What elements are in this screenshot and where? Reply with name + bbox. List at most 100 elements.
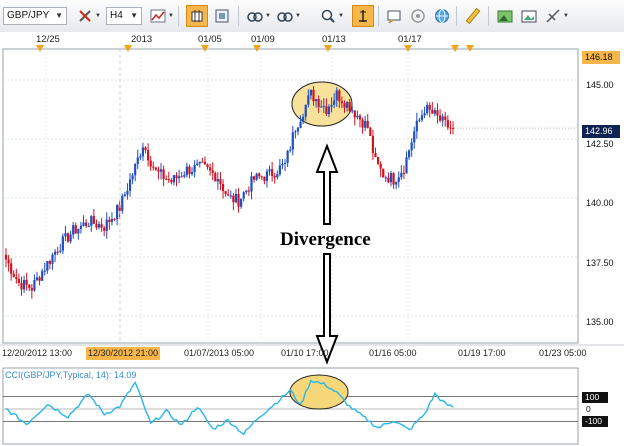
candle-body [245,190,248,193]
candle-body [340,101,343,104]
candle-body [92,216,95,224]
divergence-label: Divergence [280,229,371,250]
candle-body [95,223,98,228]
candle-body [69,234,72,242]
candle-body [314,98,318,102]
candle-body [172,175,176,183]
candle-body [10,263,13,274]
candle-body [134,163,137,176]
candle-body [397,177,400,182]
candle-body [291,132,294,150]
candle-body [294,131,297,133]
candle-body [364,120,367,128]
candle-body [167,179,170,181]
candle-body [379,163,382,169]
candle-body [296,127,300,132]
candle-body [320,106,323,108]
candle-body [103,227,106,231]
candle-body [178,176,181,179]
candle-body [46,261,49,271]
candle-body [247,190,250,192]
cci-level-100: 100 [582,392,608,403]
candle-body [325,106,328,115]
candle-body [38,277,41,281]
candle-body [229,195,232,197]
time-axis-label: 01/10 17:00 [281,348,329,358]
candle-body [126,190,129,195]
candle-body [433,110,437,114]
candle-body [395,181,398,185]
candle-body [426,104,429,114]
candle-body [441,116,444,121]
candle-body [423,113,426,116]
candle-body [82,222,85,226]
candle-body [242,192,245,199]
time-axis-label: 01/19 17:00 [458,348,506,358]
candle-body [74,225,77,234]
candle-body [302,116,305,122]
candle-body [53,251,57,255]
candle-body [139,156,142,158]
candle-body [175,175,178,179]
candle-body [227,194,230,196]
candle-body [154,167,157,170]
candle-body [327,106,331,115]
candle-body [72,225,75,235]
candle-body [4,254,8,260]
candle-body [90,216,93,226]
candle-body [87,225,90,227]
candle-body [232,195,235,203]
candle-body [66,233,70,242]
candle-body [97,224,101,228]
candle-body [402,172,406,174]
candle-body [209,167,212,171]
candle-body [214,172,217,182]
candle-body [159,169,163,172]
candle-body [201,161,204,163]
candle-body [258,173,261,177]
time-axis-label: 01/16 05:00 [369,348,417,358]
candle-body [77,228,80,234]
candle-body [22,279,26,290]
candle-body [128,179,132,191]
candle-body [271,169,274,176]
candle-body [196,163,199,166]
candle-body [35,277,39,280]
candle-body [170,180,173,183]
candle-body [252,176,256,180]
candle-body [410,142,413,151]
candle-body [307,95,310,105]
candle-body [123,194,126,196]
candle-body [446,119,449,128]
candle-body [237,193,240,207]
candle-body [59,250,62,252]
price-axis-label: 145.00 [586,80,614,90]
time-axis-highlight: 12/30/2012 21:00 [86,347,161,360]
candle-body [216,179,219,182]
candle-body [418,119,421,121]
candle-body [407,150,411,158]
candle-body [335,90,338,101]
candle-body [206,164,209,168]
candle-body [431,109,434,114]
candle-body [234,193,238,203]
candle-body [384,177,387,179]
candle-body [392,173,395,185]
candle-body [149,160,152,167]
candle-body [260,176,263,178]
candle-body [165,179,168,181]
candle-body [17,279,21,283]
candle-body [113,218,116,220]
candle-body [41,271,44,281]
candle-body [366,120,369,128]
candle-body [20,282,23,290]
candle-body [309,89,312,96]
time-axis-label: 12/20/2012 13:00 [2,348,73,358]
candle-body [198,161,201,164]
candle-body [413,131,416,143]
candle-body [131,175,134,180]
candle-body [415,120,418,132]
candle-body [116,205,119,220]
candle-body [312,89,315,102]
candle-body [110,218,114,222]
